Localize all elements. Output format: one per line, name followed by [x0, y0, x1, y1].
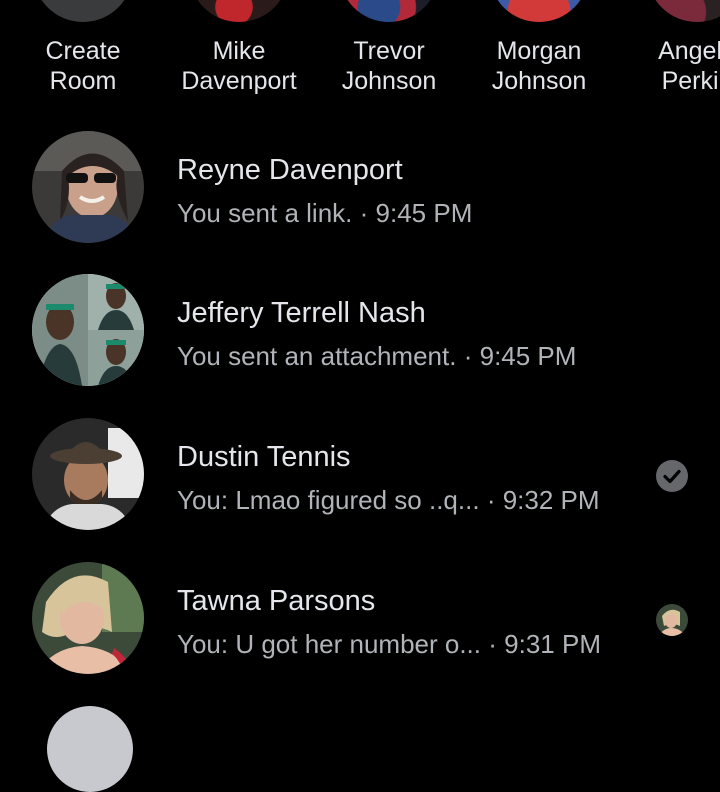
timestamp: 9:45 PM [479, 341, 577, 371]
message-preview: You: Lmao figured so ..q... · 9:32 PM [177, 484, 600, 516]
story-label-line2: Davenport [181, 67, 297, 95]
story-label-line1: Morgan [496, 37, 582, 65]
avatar [489, 0, 589, 22]
story-label: Mike Davenport [164, 36, 314, 96]
story-label: Trevor Johnson [314, 36, 464, 96]
conversation-row-tawna-parsons[interactable]: Tawna Parsons You: U got her number o...… [0, 562, 720, 706]
story-label-line2: Perkin [661, 67, 720, 95]
create-room-icon [33, 0, 133, 22]
preview-text: You: U got her number o... [177, 629, 482, 659]
separator: · [488, 629, 497, 659]
conversation-row-reyne-davenport[interactable]: Reyne Davenport You sent a link. · 9:45 … [0, 131, 720, 275]
timestamp: 9:45 PM [375, 198, 473, 228]
story-label-line2: Johnson [341, 67, 437, 95]
preview-text: You: Lmao figured so ..q... [177, 485, 480, 515]
preview-text: You sent a link. [177, 198, 353, 228]
avatar[interactable] [47, 706, 133, 792]
avatar [32, 131, 144, 243]
story-label-line1: Angela [658, 37, 720, 65]
rooms-and-stories-row: Create Room Mike Davenport Trevor Johnso… [0, 0, 720, 110]
story-label: Morgan Johnson [464, 36, 614, 96]
read-receipt-avatar [656, 604, 688, 636]
story-label-line1: Mike [212, 37, 266, 65]
story-label-line2: Johnson [491, 67, 587, 95]
conversation-row-dustin-tennis[interactable]: Dustin Tennis You: Lmao figured so ..q..… [0, 418, 720, 562]
seen-check-icon [656, 460, 688, 492]
separator: · [486, 485, 496, 515]
avatar [647, 0, 720, 22]
message-preview: You: U got her number o... · 9:31 PM [177, 628, 601, 660]
separator: · [463, 341, 473, 371]
timestamp: 9:32 PM [502, 485, 600, 515]
timestamp: 9:31 PM [504, 629, 601, 659]
story-label-line1: Trevor [353, 37, 425, 65]
story-label-line1: Create [45, 37, 121, 65]
avatar [32, 562, 144, 674]
contact-name: Jeffery Terrell Nash [177, 297, 426, 329]
contact-name: Tawna Parsons [177, 585, 376, 617]
avatar [32, 418, 144, 530]
preview-text: You sent an attachment. [177, 341, 457, 371]
contact-name: Dustin Tennis [177, 441, 351, 473]
story-label-line2: Room [49, 67, 117, 95]
story-label: Angela Perkin [622, 36, 720, 96]
avatar [339, 0, 439, 22]
message-preview: You sent a link. · 9:45 PM [177, 197, 472, 229]
separator: · [359, 198, 369, 228]
conversation-row-jeffery-terrell-nash[interactable]: Jeffery Terrell Nash You sent an attachm… [0, 274, 720, 418]
avatar [189, 0, 289, 22]
contact-name: Reyne Davenport [177, 154, 403, 186]
avatar [32, 274, 144, 386]
story-label: Create Room [8, 36, 158, 96]
message-preview: You sent an attachment. · 9:45 PM [177, 340, 576, 372]
